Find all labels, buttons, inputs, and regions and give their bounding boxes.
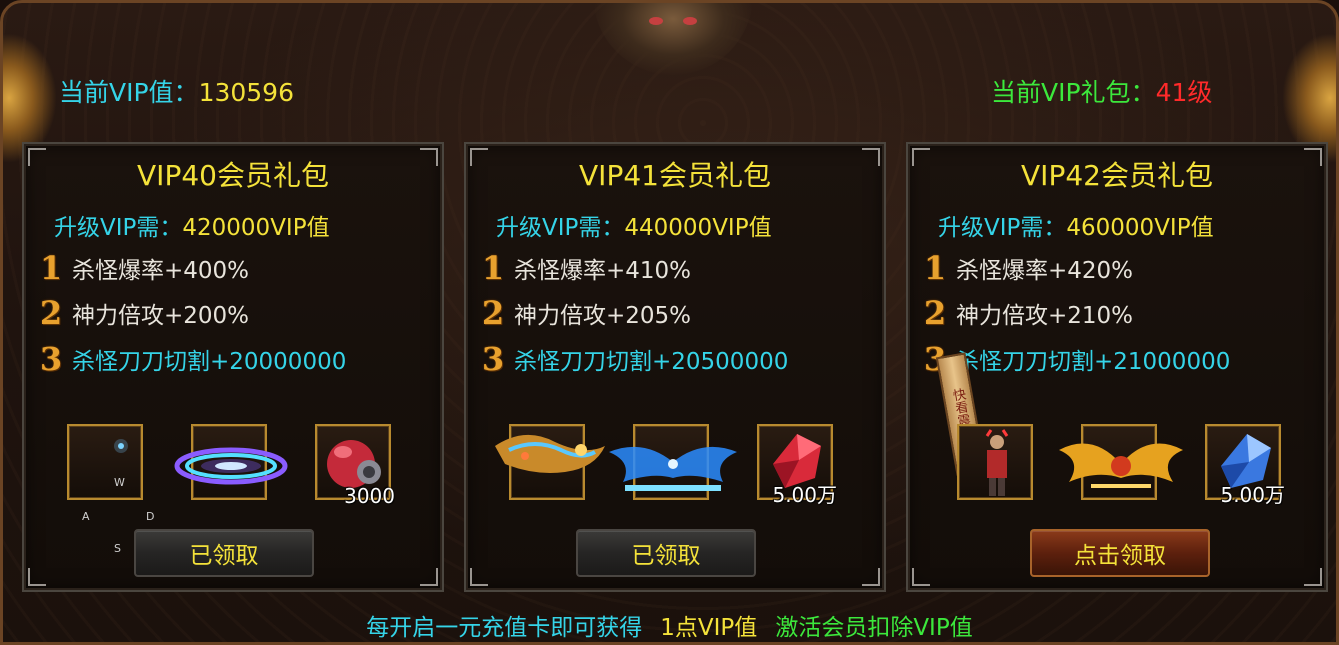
- vip-value-number: 130596: [198, 78, 294, 107]
- key-w: W: [114, 476, 125, 489]
- bonus-drop-rate: 1 杀怪爆率+400%: [38, 248, 249, 288]
- vip40-gift-panel: VIP40会员礼包 升级VIP需：420000VIP值 1 杀怪爆率+400% …: [22, 142, 444, 592]
- item-slot[interactable]: [174, 424, 288, 500]
- vip41-gift-panel: VIP41会员礼包 升级VIP需：440000VIP值 1 杀怪爆率+410% …: [464, 142, 886, 592]
- bonus-cut: 3 杀怪刀刀切割+20500000: [480, 339, 788, 379]
- golden-dragon-mount-icon: [495, 434, 605, 473]
- bonus-text: 神力倍攻+210%: [956, 303, 1134, 329]
- item-slot[interactable]: 5.00万: [1205, 424, 1285, 507]
- claimed-button[interactable]: 已领取: [134, 529, 314, 577]
- vip-gift-level: 41级: [1155, 78, 1213, 107]
- vip42-gift-panel: VIP42会员礼包 升级VIP需：460000VIP值 1 杀怪爆率+420% …: [906, 142, 1328, 592]
- claimed-button[interactable]: 已领取: [576, 529, 756, 577]
- footer-text-1: 每开启一元充值卡即可获得: [366, 615, 643, 641]
- bonus-text: 杀怪爆率+410%: [514, 258, 692, 284]
- key-d: D: [146, 510, 155, 523]
- item-qty: 5.00万: [772, 483, 837, 507]
- item-slot[interactable]: [67, 424, 143, 500]
- rank-1-icon: 1: [481, 249, 505, 287]
- bonus-drop-rate: 1 杀怪爆率+410%: [480, 248, 691, 288]
- vip-gift-label: 当前VIP礼包：: [991, 78, 1156, 107]
- rank-3-icon: 3: [481, 340, 505, 378]
- rank-2-icon: 2: [39, 294, 63, 332]
- item-slot[interactable]: [957, 424, 1033, 500]
- bonus-text: 杀怪刀刀切割+21000000: [956, 349, 1231, 375]
- bonus-attack: 2 神力倍攻+210%: [922, 293, 1133, 333]
- panel-title: VIP41会员礼包: [579, 159, 771, 192]
- bonus-text: 神力倍攻+205%: [514, 303, 692, 329]
- req-value: 460000VIP值: [1066, 215, 1214, 241]
- req-value: 440000VIP值: [624, 215, 772, 241]
- item-slot[interactable]: 5.00万: [757, 424, 837, 507]
- claim-button[interactable]: 点击领取: [1030, 529, 1210, 577]
- rank-2-icon: 2: [481, 294, 505, 332]
- bonus-text: 杀怪刀刀切割+20000000: [72, 349, 347, 375]
- key-a: A: [82, 510, 90, 523]
- footer-text-3: 激活会员扣除VIP值: [775, 615, 973, 641]
- vip-gift-window: 当前VIP值：130596 当前VIP礼包：41级 VIP40会员礼包 升级VI…: [0, 0, 1339, 645]
- bonus-attack: 2 神力倍攻+200%: [38, 293, 249, 333]
- bonus-text: 杀怪爆率+400%: [72, 258, 250, 284]
- req-value: 420000VIP值: [182, 215, 330, 241]
- current-vip-gift: 当前VIP礼包：41级: [991, 73, 1212, 109]
- rank-1-icon: 1: [923, 249, 947, 287]
- bonus-attack: 2 神力倍攻+205%: [480, 293, 691, 333]
- item-slot[interactable]: [1059, 424, 1183, 500]
- item-slot[interactable]: [495, 424, 605, 500]
- demon-crest-icon: [593, 3, 753, 75]
- warrior-figure-icon: [985, 429, 1009, 496]
- current-vip-value: 当前VIP值：130596: [59, 73, 294, 109]
- req-label: 升级VIP需：: [496, 215, 625, 241]
- rank-3-icon: 3: [39, 340, 63, 378]
- footer-text-2: 1点VIP值: [660, 615, 758, 641]
- bonus-drop-rate: 1 杀怪爆率+420%: [922, 248, 1133, 288]
- item-slot[interactable]: 3000: [315, 424, 395, 508]
- upgrade-requirement: 升级VIP需：440000VIP值: [496, 208, 772, 242]
- bonus-cut: 3 杀怪刀刀切割+20000000: [38, 339, 346, 379]
- rank-1-icon: 1: [39, 249, 63, 287]
- footer-note: 每开启一元充值卡即可获得 1点VIP值 激活会员扣除VIP值: [3, 608, 1336, 642]
- upgrade-requirement: 升级VIP需：460000VIP值: [938, 208, 1214, 242]
- bonus-text: 神力倍攻+200%: [72, 303, 250, 329]
- bonus-text: 杀怪刀刀切割+20500000: [514, 349, 789, 375]
- rank-2-icon: 2: [923, 294, 947, 332]
- item-qty: 3000: [344, 484, 395, 508]
- key-s: S: [114, 542, 121, 555]
- panel-title: VIP40会员礼包: [137, 159, 329, 192]
- bonus-text: 杀怪爆率+420%: [956, 258, 1134, 284]
- golden-phoenix-wing-icon: [1059, 443, 1183, 488]
- req-label: 升级VIP需：: [54, 215, 183, 241]
- rainbow-wing-icon: [174, 447, 288, 485]
- blue-wing-title-icon: [609, 446, 737, 491]
- blue-sparkle-icon: [114, 439, 128, 453]
- panel-title: VIP42会员礼包: [1021, 159, 1213, 192]
- item-qty: 5.00万: [1220, 483, 1285, 507]
- upgrade-requirement: 升级VIP需：420000VIP值: [54, 208, 330, 242]
- item-slot[interactable]: [609, 424, 737, 500]
- vip-value-label: 当前VIP值：: [59, 78, 199, 107]
- req-label: 升级VIP需：: [938, 215, 1067, 241]
